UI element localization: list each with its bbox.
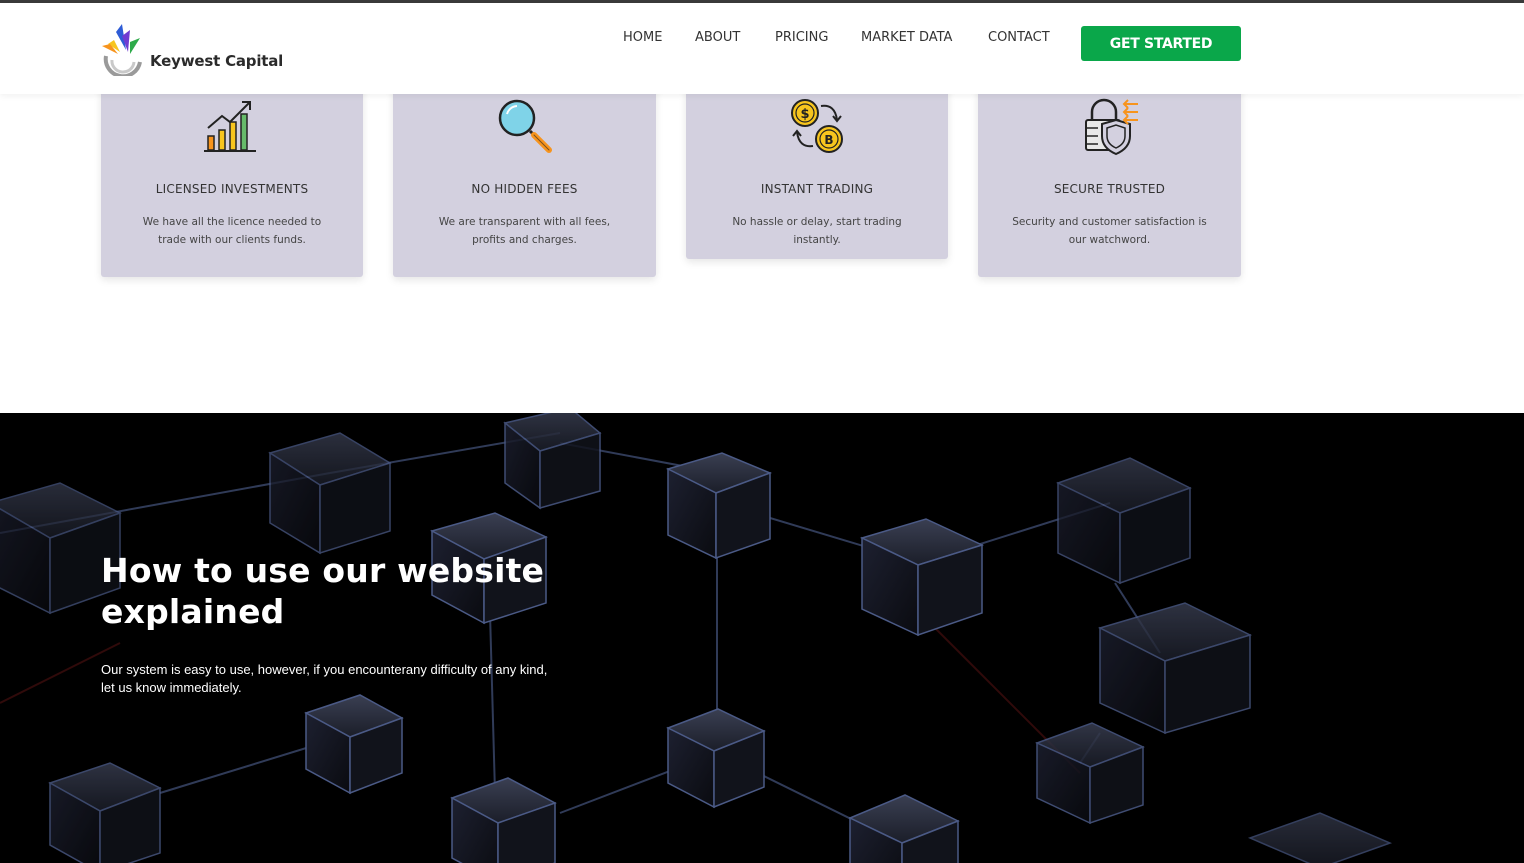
hero-title: How to use our website explained [101, 551, 545, 631]
hero-description: Our system is easy to use, however, if y… [101, 662, 548, 695]
brand-logo[interactable]: Keywest Capital [100, 22, 283, 76]
blockchain-cubes-background [0, 413, 1393, 863]
feature-title: INSTANT TRADING [760, 182, 874, 196]
svg-text:B: B [824, 133, 833, 147]
nav-home[interactable]: HOME [623, 30, 662, 45]
site-header: Keywest Capital HOME ABOUT PRICING MARKE… [0, 3, 1524, 94]
growth-chart-icon [204, 101, 256, 152]
feature-text: We have all the licence needed to trade … [142, 216, 322, 246]
feature-title: NO HIDDEN FEES [471, 182, 578, 196]
nav-pricing[interactable]: PRICING [775, 30, 828, 45]
feature-card-secure: SECURE TRUSTED Security and customer sat… [978, 80, 1241, 277]
nav-market-data[interactable]: MARKET DATA [861, 30, 952, 45]
feature-text: Security and customer satisfaction is ou… [1012, 216, 1207, 246]
brand-name: Keywest Capital [150, 52, 284, 70]
feature-title: LICENSED INVESTMENTS [155, 182, 309, 196]
get-started-button[interactable]: GET STARTED [1081, 26, 1241, 61]
feature-card-licensed: LICENSED INVESTMENTS We have all the lic… [101, 80, 363, 277]
feature-title: SECURE TRUSTED [1053, 182, 1166, 196]
secure-shield-lock-icon [1084, 98, 1138, 156]
svg-text:$: $ [800, 107, 809, 122]
nav-about[interactable]: ABOUT [695, 30, 740, 45]
hero-section: How to use our website explained Our sys… [0, 413, 1524, 863]
feature-card-trading: $ B INSTANT TRADING No hassle or delay, … [686, 80, 948, 259]
feature-text: We are transparent with all fees, profit… [438, 216, 611, 246]
nav-contact[interactable]: CONTACT [988, 30, 1050, 45]
crypto-exchange-icon: $ B [791, 99, 843, 153]
feature-card-fees: NO HIDDEN FEES We are transparent with a… [393, 80, 656, 277]
feature-text: No hassle or delay, start trading instan… [732, 216, 902, 246]
magnifier-icon [498, 99, 552, 153]
keywest-logo-icon [102, 24, 142, 76]
